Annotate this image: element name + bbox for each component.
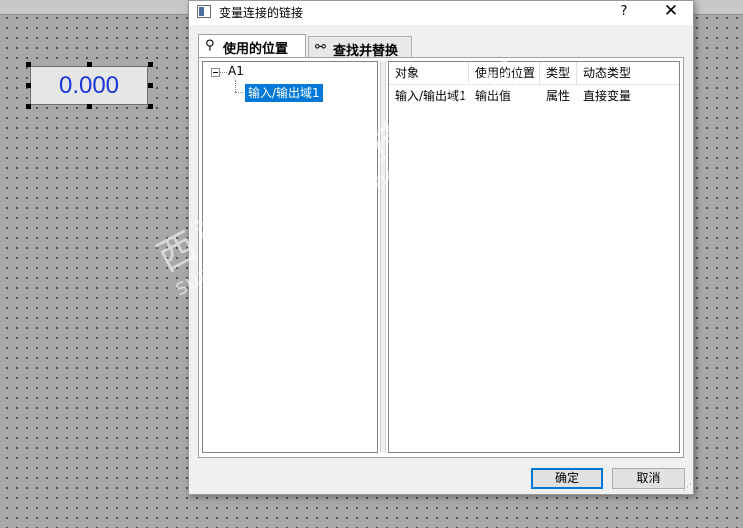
io-field-output[interactable]: 0.000 <box>30 66 148 105</box>
tree-child-item-selected[interactable]: 输入/输出域1 <box>244 83 324 103</box>
column-header-object[interactable]: 对象 <box>389 62 469 84</box>
tab-label: 使用的位置 <box>223 42 289 57</box>
tab-panel: A1 输入/输出域1 对象 使用的位置 类型 动态类型 输入/输出域1 输出值 … <box>198 57 684 458</box>
resize-handle-top-left[interactable] <box>26 62 31 67</box>
table-cell-type[interactable]: 属性 <box>540 86 577 106</box>
resize-handle-top[interactable] <box>87 62 92 67</box>
column-header-used-location[interactable]: 使用的位置 <box>469 62 540 84</box>
resize-handle-bottom[interactable] <box>87 104 92 109</box>
table-cell-used-location[interactable]: 输出值 <box>469 86 540 106</box>
io-field-value: 0.000 <box>58 71 120 99</box>
resize-handle-bottom-left[interactable] <box>26 104 31 109</box>
cross-reference-dialog: 变量连接的链接 ? ✕ ⚲ 使用的位置 ⚯ 查找并替换 A1 输入/输出域1 对… <box>188 0 694 495</box>
help-button[interactable]: ? <box>610 3 638 23</box>
tab-used-locations[interactable]: ⚲ 使用的位置 <box>198 34 306 58</box>
dialog-titlebar[interactable]: 变量连接的链接 ? ✕ <box>189 1 693 25</box>
usage-list-view[interactable]: 对象 使用的位置 类型 动态类型 输入/输出域1 输出值 属性 直接变量 <box>388 61 680 453</box>
column-header-dynamic-type[interactable]: 动态类型 <box>577 62 679 84</box>
cancel-button[interactable]: 取消 <box>612 468 685 489</box>
close-button[interactable]: ✕ <box>655 1 687 23</box>
list-header: 对象 使用的位置 类型 动态类型 <box>389 62 679 85</box>
tree-root-item[interactable]: A1 <box>228 64 244 78</box>
resize-handle-right[interactable] <box>148 83 153 88</box>
table-cell-dynamic-type[interactable]: 直接变量 <box>577 86 679 106</box>
table-cell-object[interactable]: 输入/输出域1 <box>389 86 469 106</box>
tree-connector <box>235 92 245 93</box>
pin-icon: ⚲ <box>205 38 215 53</box>
window-icon <box>197 5 211 18</box>
resize-handle-top-right[interactable] <box>148 62 153 67</box>
dialog-title: 变量连接的链接 <box>219 6 304 20</box>
resize-handle-bottom-right[interactable] <box>148 104 153 109</box>
tree-connector <box>220 72 227 73</box>
tree-collapse-icon[interactable] <box>211 68 220 77</box>
binoculars-icon: ⚯ <box>315 40 326 55</box>
tree-connector <box>235 80 236 92</box>
resize-grip-icon[interactable]: ⋰ <box>682 483 692 493</box>
pane-splitter[interactable] <box>380 61 386 453</box>
resize-handle-left[interactable] <box>26 83 31 88</box>
ok-button[interactable]: 确定 <box>531 468 603 489</box>
tree-view[interactable]: A1 输入/输出域1 <box>202 61 378 453</box>
tab-find-replace[interactable]: ⚯ 查找并替换 <box>308 36 412 59</box>
column-header-type[interactable]: 类型 <box>540 62 577 84</box>
